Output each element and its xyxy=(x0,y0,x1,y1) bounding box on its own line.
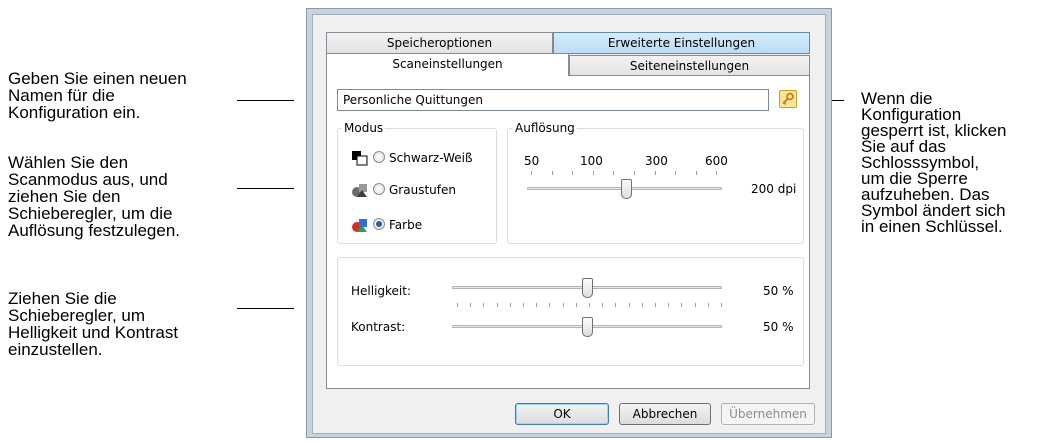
slider-tick xyxy=(655,171,656,175)
callout-sliders: Ziehen Sie die Schieberegler, um Helligk… xyxy=(8,290,178,358)
slider-tick xyxy=(589,303,590,307)
leader-line-name xyxy=(237,100,294,101)
mode-option-color[interactable]: Farbe xyxy=(351,216,491,234)
brightness-value: 50 % xyxy=(763,284,794,298)
tab-scan-settings[interactable]: Scaneinstellungen xyxy=(326,53,569,76)
contrast-label: Kontrast: xyxy=(351,320,406,334)
callout-line: Schieberegler, um xyxy=(8,306,146,325)
callout-lock: Wenn die Konfiguration gesperrt ist, kli… xyxy=(861,90,1007,236)
slider-tick xyxy=(642,303,643,307)
slider-tick xyxy=(470,303,471,307)
slider-tick xyxy=(536,303,537,307)
key-icon xyxy=(782,92,794,105)
slider-tick xyxy=(523,303,524,307)
callout-line: Ziehen Sie die xyxy=(8,289,117,308)
contrast-value: 50 % xyxy=(763,320,794,334)
bw-mode-icon xyxy=(352,151,368,166)
slider-tick xyxy=(721,303,722,307)
slider-tick xyxy=(483,303,484,307)
callout-line: Scanmodus aus, und xyxy=(8,170,168,189)
tab-advanced-settings[interactable]: Erweiterte Einstellungen xyxy=(553,32,810,54)
slider-tick xyxy=(613,171,614,175)
contrast-slider-thumb[interactable] xyxy=(582,317,593,337)
radio-grayscale[interactable] xyxy=(373,183,385,195)
slider-tick xyxy=(615,303,616,307)
slider-tick xyxy=(563,303,564,307)
callout-line: Auflösung festzulegen. xyxy=(8,221,181,240)
lock-button[interactable] xyxy=(779,90,797,108)
slider-tick xyxy=(510,303,511,307)
resolution-tick-label: 50 xyxy=(524,154,540,168)
slider-tick xyxy=(681,303,682,307)
slider-tick xyxy=(634,171,635,175)
resolution-tick-label: 100 xyxy=(580,154,603,168)
callout-line: einzustellen. xyxy=(8,340,103,359)
slider-tick xyxy=(576,303,577,307)
slider-tick xyxy=(708,303,709,307)
resolution-tick-label: 600 xyxy=(705,154,728,168)
slider-tick xyxy=(552,171,553,175)
callout-line: Helligkeit und Kontrast xyxy=(8,323,179,342)
adjustments-group xyxy=(337,257,804,366)
slider-tick xyxy=(716,171,717,175)
callout-line: Konfiguration ein. xyxy=(8,103,141,122)
resolution-value: 200 dpi xyxy=(751,182,797,196)
mode-option-label: Schwarz-Weiß xyxy=(389,151,473,165)
apply-button[interactable]: Übernehmen xyxy=(721,403,815,425)
slider-tick xyxy=(668,303,669,307)
callout-line: Schieberegler, um die xyxy=(8,204,173,223)
callout-config-name: Geben Sie einen neuen Namen für die Konf… xyxy=(8,70,187,121)
resolution-slider-thumb[interactable] xyxy=(621,179,632,199)
mode-option-grayscale[interactable]: Graustufen xyxy=(351,181,491,199)
cancel-button[interactable]: Abbrechen xyxy=(619,403,711,425)
radio-bw[interactable] xyxy=(373,151,385,163)
leader-line-mode xyxy=(237,188,294,189)
slider-tick xyxy=(695,303,696,307)
slider-tick xyxy=(593,171,594,175)
mode-option-label: Graustufen xyxy=(389,183,456,197)
ok-button[interactable]: OK xyxy=(515,403,609,425)
slider-tick xyxy=(629,303,630,307)
slider-tick xyxy=(572,171,573,175)
slider-tick xyxy=(549,303,550,307)
slider-tick xyxy=(457,303,458,307)
callout-line: Geben Sie einen neuen xyxy=(8,69,187,88)
brightness-label: Helligkeit: xyxy=(351,284,412,298)
color-mode-icon xyxy=(352,219,367,232)
brightness-slider-thumb[interactable] xyxy=(582,278,593,298)
tab-storage-options[interactable]: Speicheroptionen xyxy=(326,32,553,54)
config-name-input[interactable]: Personliche Quittungen xyxy=(337,89,769,111)
tab-page-settings[interactable]: Seiteneinstellungen xyxy=(569,55,810,76)
mode-option-bw[interactable]: Schwarz-Weiß xyxy=(351,149,491,167)
grayscale-mode-icon xyxy=(352,184,367,197)
slider-tick xyxy=(497,303,498,307)
resolution-tick-label: 300 xyxy=(645,154,668,168)
radio-color[interactable] xyxy=(373,218,385,230)
slider-tick xyxy=(531,171,532,175)
leader-line-sliders xyxy=(237,308,294,309)
slider-tick xyxy=(602,303,603,307)
resolution-group-title: Auflösung xyxy=(513,121,577,135)
mode-group-title: Modus xyxy=(342,121,386,135)
callout-line: ziehen Sie den xyxy=(8,187,121,206)
slider-tick xyxy=(655,303,656,307)
slider-tick xyxy=(696,171,697,175)
mode-option-label: Farbe xyxy=(389,218,423,232)
callout-line: Wählen Sie den xyxy=(8,153,129,172)
slider-tick xyxy=(675,171,676,175)
callout-scan-mode: Wählen Sie den Scanmodus aus, und ziehen… xyxy=(8,154,180,239)
callout-line: in einen Schlüssel. xyxy=(861,217,1003,236)
callout-line: Namen für die xyxy=(8,86,115,105)
